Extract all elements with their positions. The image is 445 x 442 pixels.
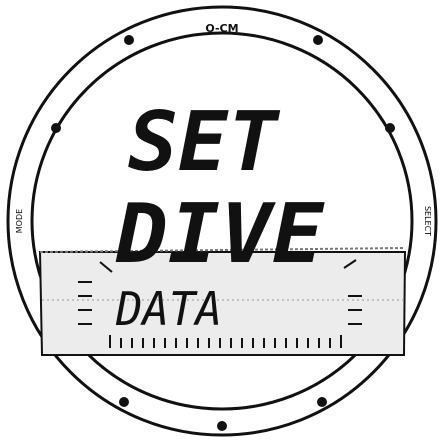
- bezel-dot: [124, 35, 134, 45]
- lcd-line-data: DATA: [115, 282, 222, 336]
- bezel-dot: [217, 421, 227, 431]
- select-button-label[interactable]: SELECT: [423, 206, 432, 236]
- bezel-dot: [119, 397, 129, 407]
- bezel-top-label: O-CM: [205, 22, 238, 35]
- bezel-dot: [313, 35, 323, 45]
- bezel-dot: [317, 397, 327, 407]
- mode-button-label[interactable]: MODE: [15, 209, 24, 233]
- bezel-dot: [51, 123, 61, 133]
- lcd-line-dive: DIVE: [115, 187, 326, 282]
- dive-computer-face: O-CM MODE SELECT SET DIVE DATA: [6, 5, 438, 437]
- lcd-line-set: SET: [128, 95, 281, 190]
- bezel-dot: [385, 123, 395, 133]
